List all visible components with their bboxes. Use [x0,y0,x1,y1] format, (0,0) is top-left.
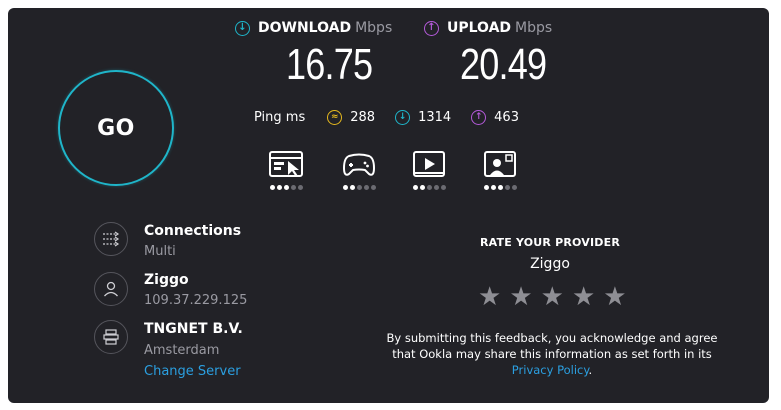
rating-dot [511,185,517,190]
video-chat-rating [483,185,517,190]
star-icon[interactable]: ★ [478,284,501,310]
privacy-policy-link[interactable]: Privacy Policy [512,363,589,377]
provider-name: Ziggo [144,272,189,288]
gaming-activity[interactable] [339,150,379,190]
user-icon [94,272,128,306]
web-browsing-icon [269,151,303,177]
upload-unit: Mbps [515,20,553,36]
rating-dot [440,185,446,190]
ping-idle-value: 288 [350,109,376,125]
download-unit: Mbps [355,20,393,36]
ping-idle: ≈ 288 [327,109,376,125]
ping-upload-value: 463 [494,109,519,125]
rating-dot [290,185,296,190]
disclaimer-text: By submitting this feedback, you acknowl… [386,331,718,361]
download-latency-icon: ↓ [395,109,411,125]
ping-download: ↓ 1314 [395,109,452,125]
rating-dot [419,185,425,190]
web-browsing-activity[interactable] [266,150,306,190]
rating-dot [269,185,275,190]
rating-dot [349,185,355,190]
server-location: Amsterdam [144,343,220,358]
download-header: ↓ DOWNLOAD Mbps [235,18,392,38]
video-streaming-rating [412,185,446,190]
upload-label: UPLOAD [447,20,512,36]
rate-provider-title: RATE YOUR PROVIDER [479,236,621,249]
rating-dot [483,185,489,190]
rating-dot [490,185,496,190]
download-label: DOWNLOAD [258,20,352,36]
provider-ip: 109.37.229.125 [144,293,248,308]
upload-arrow-icon: ↑ [424,20,439,36]
video-streaming-activity[interactable] [409,150,449,190]
rating-dot [497,185,503,190]
upload-header: ↑ UPLOAD Mbps [424,18,552,38]
ping-label: Ping ms [254,109,306,125]
rating-dot [412,185,418,190]
rating-dot [370,185,376,190]
video-chat-icon [484,151,516,177]
rating-dot [433,185,439,190]
idle-latency-icon: ≈ [327,109,343,125]
rating-stars: ★ ★ ★ ★ ★ [478,284,627,310]
go-button[interactable]: GO [58,70,174,186]
video-play-icon [413,151,445,177]
rating-dot [342,185,348,190]
disclaimer-period: . [588,363,593,377]
star-icon[interactable]: ★ [509,284,532,310]
rating-dot [276,185,282,190]
upload-speed-value: 20.49 [460,40,547,89]
ping-row: Ping ms ≈ 288 ↓ 1314 ↑ 463 [254,107,539,127]
upload-latency-icon: ↑ [471,109,487,125]
gaming-rating [342,185,376,190]
rating-dot [504,185,510,190]
star-icon[interactable]: ★ [603,284,626,310]
ping-upload: ↑ 463 [471,109,519,125]
rating-dot [426,185,432,190]
feedback-disclaimer: By submitting this feedback, you acknowl… [386,330,718,378]
connections-title: Connections [144,223,242,239]
rating-dot [363,185,369,190]
connections-value: Multi [144,244,176,259]
server-icon [94,320,128,354]
video-chat-activity[interactable] [480,150,520,190]
rate-provider-name: Ziggo [530,256,570,272]
download-speed-value: 16.75 [286,40,373,89]
rating-dot [283,185,289,190]
gamepad-icon [342,153,376,176]
star-icon[interactable]: ★ [541,284,564,310]
star-icon[interactable]: ★ [572,284,595,310]
download-arrow-icon: ↓ [235,20,250,36]
web-browsing-rating [269,185,303,190]
rating-dot [356,185,362,190]
rating-dot [297,185,303,190]
ping-download-value: 1314 [418,109,452,125]
server-name: TNGNET B.V. [144,321,243,337]
connections-icon [94,222,128,256]
change-server-link[interactable]: Change Server [144,364,241,379]
